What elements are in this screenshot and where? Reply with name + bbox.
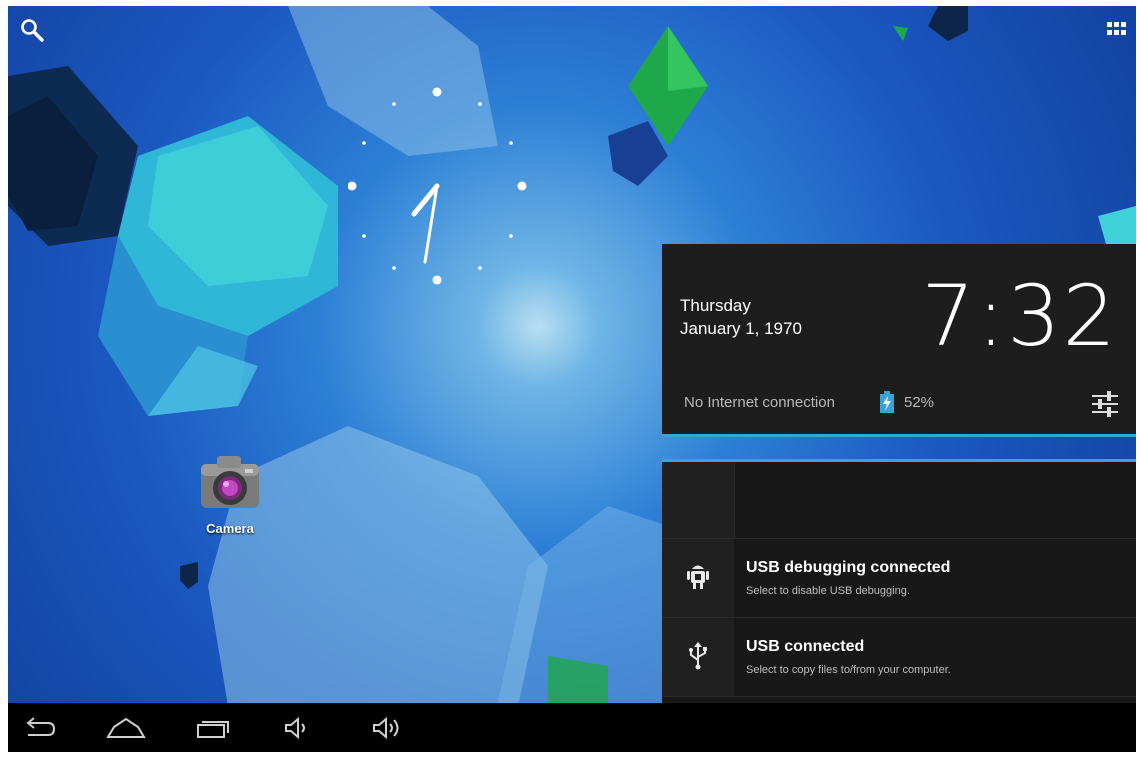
volume-up-button[interactable] [368,713,404,743]
volume-up-icon [373,716,399,740]
recent-apps-icon [197,721,229,738]
digital-clock: 7:32 [921,267,1118,365]
notification-icon-column [662,539,734,617]
notification-title: USB debugging connected [746,559,951,576]
analog-clock-widget[interactable] [347,86,548,296]
home-icon [106,717,146,738]
search-icon [21,19,44,42]
notification-list: USB debugging connected Select to disabl… [662,459,1136,706]
usb-icon [689,642,707,670]
notification-subtitle: Select to disable USB debugging. [746,585,910,597]
connection-status: No Internet connection [684,394,835,411]
home-button[interactable] [106,713,146,743]
all-apps-button[interactable] [1106,20,1126,40]
system-navigation-bar [8,703,1136,752]
battery-percentage: 52% [904,394,935,411]
back-button[interactable] [22,713,58,743]
notification-icon-column [662,462,735,538]
notification-empty-slot [662,462,1136,539]
search-button[interactable] [18,16,48,46]
notification-icon-column [662,618,734,696]
apps-grid-icon [1107,22,1126,35]
notification-title: USB connected [746,638,865,655]
android-debug-icon [687,565,709,589]
volume-down-button[interactable] [280,713,316,743]
date-label: January 1, 1970 [680,319,802,338]
camera-icon [201,456,259,508]
notification-usb-debugging[interactable]: USB debugging connected Select to disabl… [662,539,1136,618]
day-label: Thursday [680,296,751,315]
volume-down-icon [285,716,305,740]
notification-usb-connected[interactable]: USB connected Select to copy files to/fr… [662,618,1136,697]
back-icon [26,717,56,736]
battery-charging-icon [880,391,894,413]
quick-status-panel[interactable]: Thursday January 1, 1970 7:32 No Interne… [662,244,1136,437]
quick-settings-button[interactable] [1090,388,1120,418]
recent-apps-button[interactable] [194,713,230,743]
camera-app-shortcut[interactable]: Camera [190,450,270,536]
camera-app-label: Camera [206,521,254,536]
notification-subtitle: Select to copy files to/from your comput… [746,664,951,676]
settings-sliders-icon [1092,391,1118,417]
